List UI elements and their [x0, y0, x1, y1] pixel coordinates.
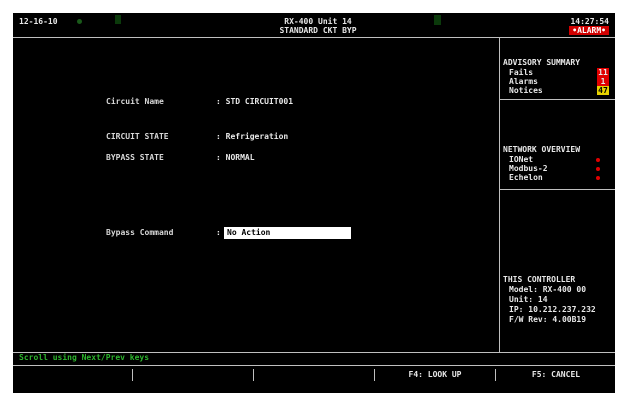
bypass-state-label: BYPASS STATE	[106, 153, 164, 162]
header-title: RX-400 Unit 14 STANDARD CKT BYP	[243, 17, 393, 35]
echelon-status-icon	[596, 176, 600, 180]
header-title-line2: STANDARD CKT BYP	[279, 26, 357, 35]
status-indicator-icon	[434, 15, 441, 25]
status-led-icon	[77, 19, 82, 24]
controller-title: THIS CONTROLLER	[503, 275, 576, 284]
f5-cancel-key[interactable]: F5: CANCEL	[495, 369, 616, 381]
alarms-count-badge[interactable]: 1	[597, 77, 609, 86]
controller-unit: Unit: 14	[509, 295, 548, 304]
circuit-name-label: Circuit Name	[106, 97, 164, 106]
network-echelon-label: Echelon	[509, 173, 543, 182]
network-modbus-label: Modbus-2	[509, 164, 548, 173]
f1-key[interactable]	[13, 369, 131, 381]
bypass-command-field[interactable]: No Action	[224, 227, 351, 239]
header-date: 12-16-10	[19, 17, 58, 26]
sidebar-section-divider	[500, 189, 615, 190]
scroll-hint: Scroll using Next/Prev keys	[19, 353, 150, 362]
advisory-summary-title: ADVISORY SUMMARY	[503, 58, 581, 67]
notices-count-badge[interactable]: 47	[597, 86, 609, 95]
controller-model: Model: RX-400 00	[509, 285, 587, 294]
bypass-command-label: Bypass Command	[106, 228, 174, 237]
fkey-bar-top	[13, 365, 615, 366]
bypass-state-value: : NORMAL	[216, 153, 255, 162]
header-time: 14:27:54	[570, 17, 609, 26]
f3-key[interactable]	[253, 369, 374, 381]
status-indicator-icon	[115, 15, 121, 24]
modbus-status-icon	[596, 167, 600, 171]
network-ionet-label: IONet	[509, 155, 534, 164]
fails-count-badge[interactable]: 11	[597, 68, 609, 77]
f2-key[interactable]	[132, 369, 253, 381]
sidebar-divider	[499, 37, 500, 353]
header-title-line1: RX-400 Unit 14	[284, 17, 352, 26]
circuit-name-value: : STD CIRCUIT001	[216, 97, 294, 106]
controller-screen: 12-16-10 RX-400 Unit 14 STANDARD CKT BYP…	[13, 13, 615, 393]
circuit-state-value: : Refrigeration	[216, 132, 289, 141]
f4-look-up-key[interactable]: F4: LOOK UP	[374, 369, 495, 381]
bypass-command-colon: :	[216, 228, 221, 237]
advisory-fails-label: Fails	[509, 68, 534, 77]
advisory-notices-label: Notices	[509, 86, 543, 95]
alarm-badge[interactable]: •ALARM•	[569, 26, 609, 35]
circuit-state-label: CIRCUIT STATE	[106, 132, 169, 141]
controller-ip: IP: 10.212.237.232	[509, 305, 596, 314]
network-overview-title: NETWORK OVERVIEW	[503, 145, 581, 154]
ionet-status-icon	[596, 158, 600, 162]
controller-fw-rev: F/W Rev: 4.00B19	[509, 315, 587, 324]
sidebar-section-divider	[500, 99, 615, 100]
advisory-alarms-label: Alarms	[509, 77, 538, 86]
header-divider	[13, 37, 615, 38]
